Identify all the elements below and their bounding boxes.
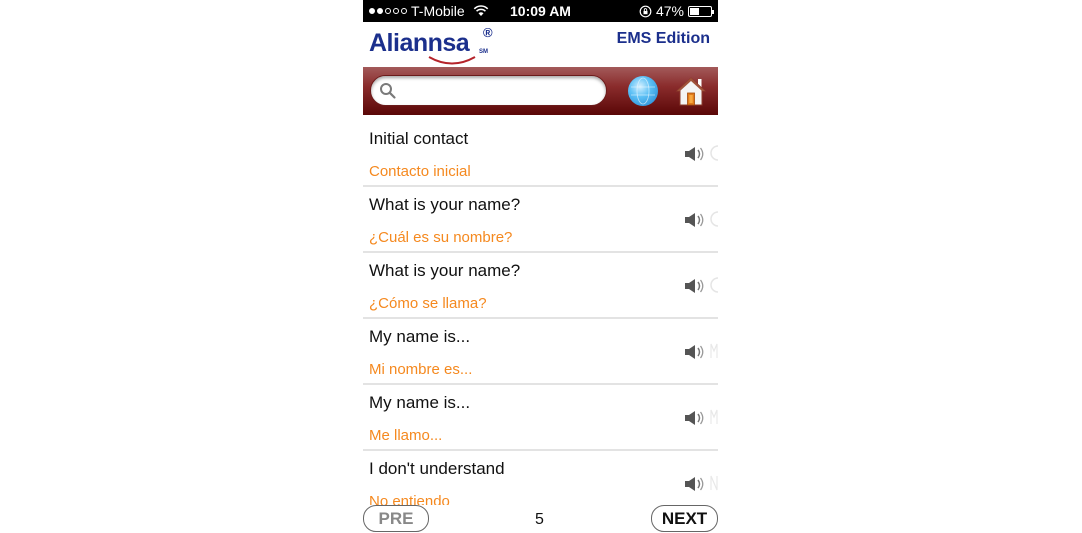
registered-mark: ® [483,25,493,40]
service-mark: SM [479,49,488,55]
english-phrase: What is your name? [369,195,521,214]
spanish-phrase: Mi nombre es... [369,361,473,378]
previous-page-button[interactable]: PRE [363,505,429,532]
aliannsa-logo: Aliannsa ® SM [369,25,493,65]
loading-spinner-icon [710,211,718,227]
search-icon [380,83,396,99]
battery-percent: 47% [655,3,684,19]
english-phrase: My name is... [369,393,471,412]
english-phrase: What is your name? [369,261,521,280]
english-phrase: I don't understand [369,459,505,478]
logo-text: Aliannsa [369,29,470,57]
globe-icon[interactable] [628,76,658,106]
phrase-row[interactable]: My name is... Mi nombre es... [363,319,718,385]
speaker-icon[interactable] [684,212,706,228]
logo-smile-icon [428,56,476,65]
home-icon[interactable] [675,75,707,107]
page-number: 5 [535,511,544,528]
spanish-phrase: Contacto inicial [369,163,471,180]
phrase-row[interactable]: Initial contact Contacto inicial [363,121,718,187]
phrase-row[interactable]: I don't understand No entiendo [363,451,718,507]
spanish-phrase: ¿Cómo se llama? [369,295,487,312]
spanish-phrase: Me llamo... [369,427,443,444]
english-phrase: My name is... [369,327,471,346]
search-input[interactable] [399,80,603,104]
loading-spinner-icon [710,145,718,161]
phrase-list: Initial contact Contacto inicial What is… [363,121,718,507]
phrase-row[interactable]: What is your name? ¿Cuál es su nombre? [363,187,718,253]
next-page-button[interactable]: NEXT [651,505,718,532]
toolbar [363,67,718,115]
phone-screen: T-Mobile 10:09 AM 47% Aliannsa ® SM EMS … [363,0,718,533]
loading-spinner-icon [710,343,718,358]
loading-spinner-icon [710,409,718,424]
edition-label: EMS Edition [616,30,710,47]
spanish-phrase: ¿Cuál es su nombre? [369,229,513,246]
status-bar: T-Mobile 10:09 AM 47% [363,0,718,22]
loading-spinner-icon [710,475,718,491]
speaker-icon[interactable] [684,476,706,492]
battery-icon [688,5,714,17]
speaker-icon[interactable] [684,146,706,162]
phrase-row[interactable]: What is your name? ¿Cómo se llama? [363,253,718,319]
loading-spinner-icon [710,277,718,293]
app-header: Aliannsa ® SM EMS Edition [363,22,718,67]
speaker-icon[interactable] [684,344,706,360]
pagination-bar: PRE 5 NEXT [363,505,718,533]
speaker-icon[interactable] [684,410,706,426]
speaker-icon[interactable] [684,278,706,294]
rotation-lock-icon [639,5,652,17]
english-phrase: Initial contact [369,129,469,148]
search-box[interactable] [370,75,607,106]
phrase-row[interactable]: My name is... Me llamo... [363,385,718,451]
